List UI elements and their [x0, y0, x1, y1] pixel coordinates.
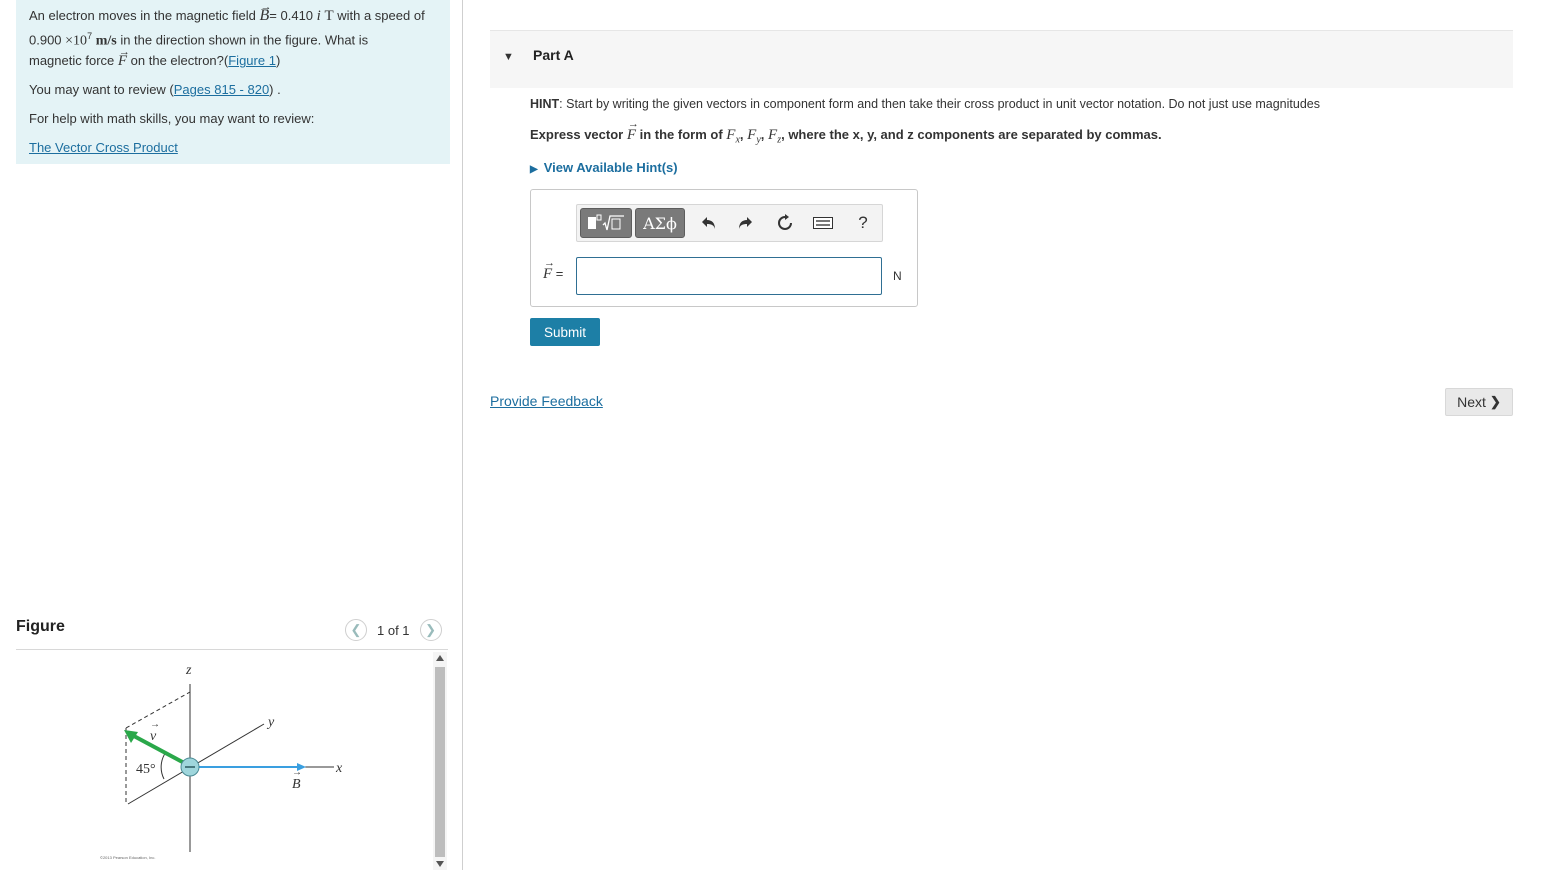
next-button[interactable]: Next ❯ [1445, 388, 1513, 416]
chevron-left-icon: ❮ [350, 622, 362, 637]
keyboard-icon [813, 217, 833, 229]
reset-button[interactable] [771, 208, 799, 238]
templates-icon [588, 214, 624, 231]
velocity-label: v [150, 729, 157, 744]
answer-input[interactable] [576, 257, 882, 295]
b-field-vector-mark: → [292, 767, 302, 778]
reset-icon [778, 214, 792, 230]
prev-figure-button[interactable]: ❮ [345, 619, 367, 641]
figure-link[interactable]: Figure 1 [228, 53, 276, 68]
figure-page-count: 1 of 1 [377, 622, 410, 638]
scrollbar-thumb[interactable] [435, 667, 445, 857]
copyright-text: ©2013 Pearson Education, Inc. [100, 855, 155, 860]
answer-box: ΑΣϕ ? F = N [530, 189, 918, 307]
next-button-label: Next [1457, 394, 1486, 410]
view-hints-toggle[interactable]: ▶ View Available Hint(s) [530, 160, 678, 175]
z-axis-label: z [185, 663, 192, 678]
pages-link[interactable]: Pages 815 - 820 [174, 82, 269, 97]
redo-icon [739, 217, 752, 229]
y-axis-label: y [266, 715, 275, 730]
redo-button[interactable] [731, 208, 759, 238]
expand-triangle-icon: ▶ [530, 164, 538, 175]
undo-icon [702, 217, 715, 229]
submit-button[interactable]: Submit [530, 318, 600, 346]
i-hat-symbol: i [316, 8, 321, 24]
angle-arc [160, 751, 167, 780]
next-figure-button[interactable]: ❯ [419, 619, 442, 641]
figure-image: z y x v → B → 45° ©2013 Pearson Educatio… [16, 652, 434, 870]
unit-label: N [893, 269, 902, 283]
help-button[interactable]: ? [849, 208, 877, 238]
collapse-triangle-icon[interactable]: ▼ [503, 51, 514, 63]
b-vector-symbol: B [260, 0, 272, 26]
undo-button[interactable] [695, 208, 723, 238]
problem-statement: An electron moves in the magnetic field … [16, 0, 450, 164]
review-text: You may want to review (Pages 815 - 820)… [29, 82, 281, 98]
figure-title: Figure [16, 618, 65, 635]
figure-scrollbar[interactable] [433, 652, 447, 870]
chevron-right-icon: ❯ [425, 622, 436, 637]
hint-text: HINT: Start by writing the given vectors… [530, 97, 1320, 111]
f-vector-symbol: F [627, 118, 639, 144]
velocity-vector-mark: → [150, 719, 160, 730]
chevron-right-icon: ❯ [1489, 394, 1501, 409]
answer-label: F = [543, 257, 563, 283]
f-vector-symbol: F [118, 42, 130, 71]
keyboard-button[interactable] [809, 208, 837, 238]
angle-label: 45° [136, 762, 156, 777]
math-toolbar: ΑΣϕ ? [576, 204, 883, 242]
problem-text: An electron moves in the magnetic field … [29, 0, 437, 71]
provide-feedback-link[interactable]: Provide Feedback [490, 393, 603, 409]
math-help-text: For help with math skills, you may want … [29, 111, 315, 127]
velocity-arrow [131, 733, 189, 767]
figure-divider [16, 649, 448, 650]
cross-product-link[interactable]: The Vector Cross Product [29, 140, 178, 155]
x-axis-label: x [335, 761, 343, 776]
templates-button[interactable] [580, 208, 632, 238]
greek-symbols-button[interactable]: ΑΣϕ [635, 208, 685, 238]
express-instruction: Express vector F in the form of Fx, Fy, … [530, 118, 1162, 146]
figure-diagram: z y x v → B → 45° ©2013 Pearson Educatio… [100, 663, 343, 860]
b-field-label: B [292, 777, 301, 792]
view-hints-label: View Available Hint(s) [543, 160, 678, 175]
part-a-header[interactable]: ▼ Part A [490, 30, 1513, 88]
pane-divider[interactable] [462, 0, 463, 870]
figure-pager: ❮ 1 of 1 ❯ [345, 619, 442, 641]
part-a-title: Part A [533, 47, 574, 63]
